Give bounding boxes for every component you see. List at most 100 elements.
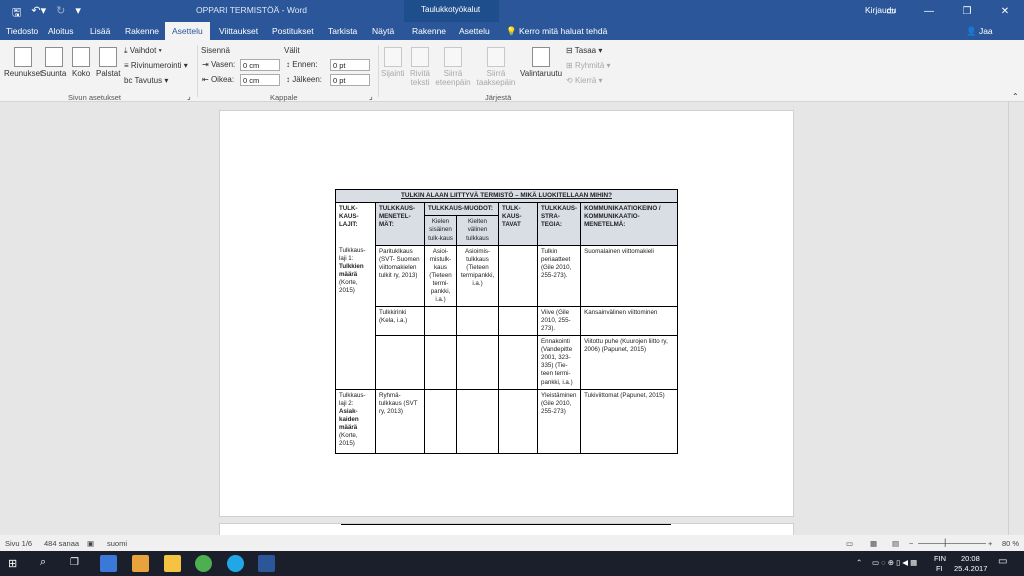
document-page-2[interactable] <box>219 523 794 535</box>
table-cell[interactable]: Asioimis-tulkkaus (Tieteen termipankki, … <box>456 244 499 308</box>
tray-chevron-icon[interactable]: ⌃ <box>856 558 862 567</box>
task-view-icon[interactable]: ❐ <box>70 557 79 568</box>
table-cell[interactable] <box>456 388 499 454</box>
tab-review[interactable]: Tarkista <box>328 26 357 36</box>
table-cell[interactable] <box>424 388 457 454</box>
page-setup-launcher-icon[interactable]: ⌟ <box>187 92 191 101</box>
vertical-scrollbar[interactable] <box>1008 102 1018 535</box>
tab-home[interactable]: Aloitus <box>48 26 74 36</box>
chrome-icon[interactable] <box>195 555 212 572</box>
orientation-button[interactable]: Suunta <box>41 47 66 78</box>
customize-quick-access-icon[interactable]: ▾ <box>75 4 81 23</box>
tray-icons[interactable]: ▭ ◌ ⊕ ▯ ◀ ▦ <box>872 558 917 567</box>
share-button[interactable]: 👤 Jaa <box>966 26 993 37</box>
spacing-after-input[interactable]: 0 pt <box>330 74 370 86</box>
skype-icon[interactable] <box>227 555 244 572</box>
type1-cell[interactable]: Tulkkaus-laji 1: Tulkkien määrä (Korte, … <box>335 245 376 390</box>
paragraph-launcher-icon[interactable]: ⌟ <box>369 92 373 101</box>
zoom-handle[interactable]: | <box>944 537 946 547</box>
table-cell[interactable] <box>498 388 538 454</box>
indent-left-input[interactable]: 0 cm <box>240 59 280 71</box>
read-mode-icon[interactable]: ▭ <box>846 539 853 548</box>
word-count[interactable]: 484 sanaa <box>44 539 79 548</box>
breaks-button[interactable]: ⤓ Vaihdot ▾ <box>124 46 162 56</box>
zoom-in-icon[interactable]: + <box>988 539 992 548</box>
minimize-icon[interactable]: — <box>910 0 948 22</box>
table-cell[interactable] <box>456 306 499 337</box>
collapse-ribbon-icon[interactable]: ⌃ <box>1012 92 1019 101</box>
tab-table-design[interactable]: Rakenne <box>412 26 446 36</box>
tab-design[interactable]: Rakenne <box>125 26 159 36</box>
word-icon[interactable] <box>258 555 275 572</box>
notifications-icon[interactable]: ▭ <box>998 556 1007 567</box>
tab-insert[interactable]: Lisää <box>90 26 110 36</box>
document-page[interactable]: TULKIN ALAAN LIITTYVÄ TERMISTÖ – MIKÄ LU… <box>219 110 794 517</box>
document-workspace[interactable]: TULKIN ALAAN LIITTYVÄ TERMISTÖ – MIKÄ LU… <box>0 102 1024 535</box>
header-intra[interactable]: Kielen sisäinen tulk-kaus <box>424 215 457 246</box>
size-button[interactable]: Koko <box>72 47 90 78</box>
table-cell[interactable]: Tulkkirinki (Kela, i.a.) <box>375 306 425 337</box>
clock-time[interactable]: 20:08 <box>961 554 980 563</box>
table-cell[interactable] <box>456 335 499 390</box>
header-styles[interactable]: TULK-KAUS-TAVAT <box>498 202 538 246</box>
tab-file[interactable]: Tiedosto <box>6 26 38 36</box>
tab-layout[interactable]: Asettelu <box>165 22 210 40</box>
group-button[interactable]: ⊞ Ryhmitä ▾ <box>566 61 611 70</box>
media-player-icon[interactable] <box>132 555 149 572</box>
search-icon[interactable]: ⌕ <box>40 556 46 569</box>
clock-date[interactable]: 25.4.2017 <box>954 564 987 573</box>
tab-table-layout[interactable]: Asettelu <box>459 26 490 36</box>
input-language[interactable]: FIN <box>934 554 946 563</box>
margins-button[interactable]: Reunukset <box>4 47 42 78</box>
header-strategies[interactable]: TULKKAUS-STRA-TEGIA: <box>536 202 582 246</box>
table-cell[interactable] <box>375 335 425 390</box>
zoom-slider[interactable] <box>918 543 986 544</box>
table-cell[interactable]: Yleistäminen (Gile 2010, 255-273) <box>536 388 582 454</box>
terminology-table[interactable]: TULKIN ALAAN LIITTYVÄ TERMISTÖ – MIKÄ LU… <box>335 188 678 454</box>
save-icon[interactable]: 🖫 <box>12 4 21 23</box>
table-cell[interactable]: Ryhmä-tulkkaus (SVT ry, 2013) <box>375 388 425 454</box>
table-cell[interactable]: Suomalainen viittomakieli <box>580 244 678 308</box>
language-status[interactable]: suomi <box>107 539 127 548</box>
input-language-sub[interactable]: FI <box>936 564 943 573</box>
send-backward-button[interactable]: Siirrä taaksepäin <box>475 47 517 87</box>
web-layout-icon[interactable]: ▤ <box>892 539 899 548</box>
position-button[interactable]: Sijainti <box>381 47 405 78</box>
align-button[interactable]: ⊟ Tasaa ▾ <box>566 46 602 55</box>
file-explorer-icon[interactable] <box>164 555 181 572</box>
header-inter[interactable]: Kielten välinen tulkkaus <box>456 215 499 246</box>
zoom-out-icon[interactable]: − <box>909 539 913 548</box>
table-cell[interactable]: Viitottu puhe (Kuurojen liitto ry, 2006)… <box>580 335 678 390</box>
table-cell[interactable]: Tulkin periaatteet (Gile 2010, 255-273). <box>536 244 582 308</box>
table-cell[interactable] <box>424 306 457 337</box>
table-cell[interactable]: Viive (Gile 2010, 255-273). <box>536 306 582 337</box>
tab-view[interactable]: Näytä <box>372 26 394 36</box>
tell-me-box[interactable]: 💡 Kerro mitä haluat tehdä <box>506 26 607 37</box>
table-cell[interactable]: Parituklkaus (SVT- Suomen viittomakielen… <box>375 244 425 308</box>
wrap-text-button[interactable]: Rivitä teksti <box>409 47 431 87</box>
table-cell[interactable] <box>498 244 538 308</box>
header-channels[interactable]: KOMMUNIKAATIOKEINO / KOMMUNIKAATIO-MENET… <box>580 202 678 246</box>
bring-forward-button[interactable]: Siirrä eteenpäin <box>434 47 472 87</box>
redo-icon[interactable]: ↻ <box>56 4 65 23</box>
table-cell[interactable]: Ennakointi (Vandepitte 2001, 323-335) (T… <box>536 335 582 390</box>
header-methods[interactable]: TULKKAUS-MENETEL-MÄT: <box>375 202 425 246</box>
restore-icon[interactable]: ❐ <box>948 0 986 22</box>
table-title[interactable]: TULKIN ALAAN LIITTYVÄ TERMISTÖ – MIKÄ LU… <box>335 188 678 204</box>
undo-icon[interactable]: ↶▾ <box>31 4 46 23</box>
type2-cell[interactable]: Tulkkaus-laji 2: Asiak-kaiden määrä (Kor… <box>335 388 376 454</box>
table-cell[interactable]: Tukiviittomat (Papunet, 2015) <box>580 388 678 454</box>
table-cell[interactable]: Kansainvälinen viittominen <box>580 306 678 337</box>
tab-references[interactable]: Viittaukset <box>219 26 258 36</box>
hyphenation-button[interactable]: bc Tavutus ▾ <box>124 76 168 85</box>
zoom-level[interactable]: 80 % <box>1002 539 1019 548</box>
indent-right-input[interactable]: 0 cm <box>240 74 280 86</box>
table-cell[interactable]: Asioi-mistulk-kaus (Tieteen termi-pankki… <box>424 244 457 308</box>
table-cell[interactable] <box>498 335 538 390</box>
table-cell[interactable] <box>498 306 538 337</box>
start-icon[interactable]: ⊞ <box>8 557 17 570</box>
print-layout-icon[interactable]: ▦ <box>870 539 877 548</box>
columns-button[interactable]: Palstat <box>96 47 120 78</box>
ribbon-display-icon[interactable]: ▭ <box>872 0 910 22</box>
tab-mailings[interactable]: Postitukset <box>272 26 314 36</box>
